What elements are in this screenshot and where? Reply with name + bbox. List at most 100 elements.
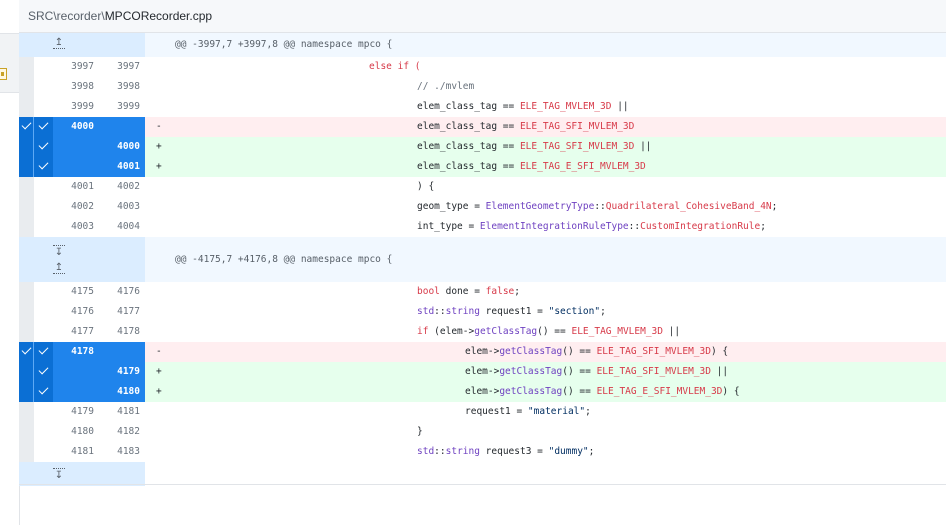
code-text: geom_type = ElementGeometryType::Quadril… xyxy=(417,201,778,212)
file-header: SRC\recorder\MPCORecorder.cpp xyxy=(19,0,946,33)
check-icon xyxy=(38,159,49,170)
new-line-number xyxy=(99,342,145,362)
code-text: elem->getClassTag() == ELE_TAG_SFI_MVLEM… xyxy=(465,346,729,357)
line-select-toggle[interactable] xyxy=(34,117,53,137)
sidebar-band xyxy=(0,33,19,93)
diff-sign: - xyxy=(156,346,162,357)
code-text: // ./mvlem xyxy=(417,81,475,92)
file-marker-icon[interactable] xyxy=(0,68,7,80)
line-select-toggle[interactable] xyxy=(34,342,53,362)
new-line-number: 4003 xyxy=(99,197,145,217)
new-line-number: 4179 xyxy=(99,362,145,382)
diff-view: ↥ @@ -3997,7 +3997,8 @@ namespace mpco {… xyxy=(19,33,946,486)
new-line-number: 4000 xyxy=(99,137,145,157)
old-line-number xyxy=(53,382,99,402)
old-line-number: 3997 xyxy=(53,57,99,77)
new-line-number: 4176 xyxy=(99,282,145,302)
line-select-toggle[interactable] xyxy=(34,362,53,382)
code-text: elem->getClassTag() == ELE_TAG_SFI_MVLEM… xyxy=(465,366,729,377)
new-line-number: 4177 xyxy=(99,302,145,322)
diff-sign: + xyxy=(156,366,162,377)
hunk-select-toggle[interactable] xyxy=(19,362,34,382)
old-line-number: 4178 xyxy=(53,342,99,362)
old-line-number: 3999 xyxy=(53,97,99,117)
file-name: MPCORecorder.cpp xyxy=(104,9,213,23)
diff-line[interactable]: 4175 4176 bool done = false; xyxy=(19,282,946,302)
check-icon xyxy=(38,139,49,150)
diff-line[interactable]: 4177 4178 if (elem->getClassTag() == ELE… xyxy=(19,322,946,342)
hunk-select-toggle[interactable] xyxy=(19,157,34,177)
old-line-number: 4180 xyxy=(53,422,99,442)
diff-line[interactable]: 4001 4002 ) { xyxy=(19,177,946,197)
diff-line[interactable]: 4003 4004 int_type = ElementIntegrationR… xyxy=(19,217,946,237)
new-line-number: 4180 xyxy=(99,382,145,402)
added-line[interactable]: 4180 + elem->getClassTag() == ELE_TAG_E_S… xyxy=(19,382,946,402)
added-line[interactable]: 4179 + elem->getClassTag() == ELE_TAG_SFI… xyxy=(19,362,946,382)
added-line[interactable]: 4000 + elem_class_tag == ELE_TAG_SFI_MVLE… xyxy=(19,137,946,157)
new-line-number: 4004 xyxy=(99,217,145,237)
diff-line[interactable]: 3999 3999 elem_class_tag == ELE_TAG_MVLE… xyxy=(19,97,946,117)
new-line-number: 3999 xyxy=(99,97,145,117)
old-line-number: 4002 xyxy=(53,197,99,217)
hunk-header: ↥ @@ -3997,7 +3997,8 @@ namespace mpco { xyxy=(19,33,946,57)
check-icon xyxy=(21,119,32,130)
check-icon xyxy=(38,384,49,395)
new-line-number: 4181 xyxy=(99,402,145,422)
dots-icon xyxy=(53,48,65,49)
old-line-number: 3998 xyxy=(53,77,99,97)
code-text: elem_class_tag == ELE_TAG_E_SFI_MVLEM_3D xyxy=(417,161,646,172)
deleted-line[interactable]: 4000 - elem_class_tag == ELE_TAG_SFI_MVLE… xyxy=(19,117,946,137)
line-select-toggle[interactable] xyxy=(34,157,53,177)
hunk-select-toggle[interactable] xyxy=(19,117,34,137)
old-line-number: 4176 xyxy=(53,302,99,322)
added-line[interactable]: 4001 + elem_class_tag == ELE_TAG_E_SFI_MV… xyxy=(19,157,946,177)
old-line-number: 4179 xyxy=(53,402,99,422)
new-line-number: 4183 xyxy=(99,442,145,462)
code-text: request1 = "material"; xyxy=(465,406,591,417)
hunk-select-toggle[interactable] xyxy=(19,137,34,157)
diff-line[interactable]: 4180 4182 } xyxy=(19,422,946,442)
new-line-number xyxy=(99,117,145,137)
diff-line[interactable]: 4179 4181 request1 = "material"; xyxy=(19,402,946,422)
dots-icon xyxy=(53,245,65,246)
line-select-toggle[interactable] xyxy=(34,382,53,402)
code-text: elem_class_tag == ELE_TAG_SFI_MVLEM_3D xyxy=(417,121,635,132)
code-text: ) { xyxy=(417,181,435,192)
dots-icon xyxy=(53,273,65,274)
left-sidebar-strip xyxy=(0,0,20,525)
code-text: bool done = false; xyxy=(417,286,520,297)
code-text: int_type = ElementIntegrationRuleType::C… xyxy=(417,221,766,232)
new-line-number: 3998 xyxy=(99,77,145,97)
line-select-toggle[interactable] xyxy=(34,137,53,157)
file-path-prefix: SRC\recorder\ xyxy=(28,9,105,23)
new-line-number: 3997 xyxy=(99,57,145,77)
diff-sign: + xyxy=(156,386,162,397)
hunk-select-toggle[interactable] xyxy=(19,342,34,362)
code-text: std::string request1 = "section"; xyxy=(417,306,606,317)
diff-line[interactable]: 3997 3997 else if ( xyxy=(19,57,946,77)
check-icon xyxy=(21,344,32,355)
new-line-number: 4002 xyxy=(99,177,145,197)
diff-line[interactable]: 4176 4177 std::string request1 = "sectio… xyxy=(19,302,946,322)
hunk-header-text: @@ -3997,7 +3997,8 @@ namespace mpco { xyxy=(175,39,393,50)
diff-line[interactable]: 4181 4183 std::string request3 = "dummy"… xyxy=(19,442,946,462)
check-icon xyxy=(38,364,49,375)
hunk-footer: ↧ xyxy=(19,462,946,486)
new-line-number: 4178 xyxy=(99,322,145,342)
diff-sign: - xyxy=(156,121,162,132)
dots-icon xyxy=(53,468,65,469)
new-line-number: 4182 xyxy=(99,422,145,442)
hunk-select-toggle[interactable] xyxy=(19,382,34,402)
diff-line[interactable]: 4002 4003 geom_type = ElementGeometryTyp… xyxy=(19,197,946,217)
check-icon xyxy=(38,344,49,355)
diff-bottom-border xyxy=(19,484,946,485)
old-line-number xyxy=(53,362,99,382)
code-text: elem_class_tag == ELE_TAG_SFI_MVLEM_3D |… xyxy=(417,141,652,152)
old-line-number xyxy=(53,157,99,177)
old-line-number: 4003 xyxy=(53,217,99,237)
diff-line[interactable]: 3998 3998 // ./mvlem xyxy=(19,77,946,97)
code-text: else if ( xyxy=(369,61,421,72)
old-line-number: 4177 xyxy=(53,322,99,342)
check-icon xyxy=(38,119,49,130)
deleted-line[interactable]: 4178 - elem->getClassTag() == ELE_TAG_SFI… xyxy=(19,342,946,362)
